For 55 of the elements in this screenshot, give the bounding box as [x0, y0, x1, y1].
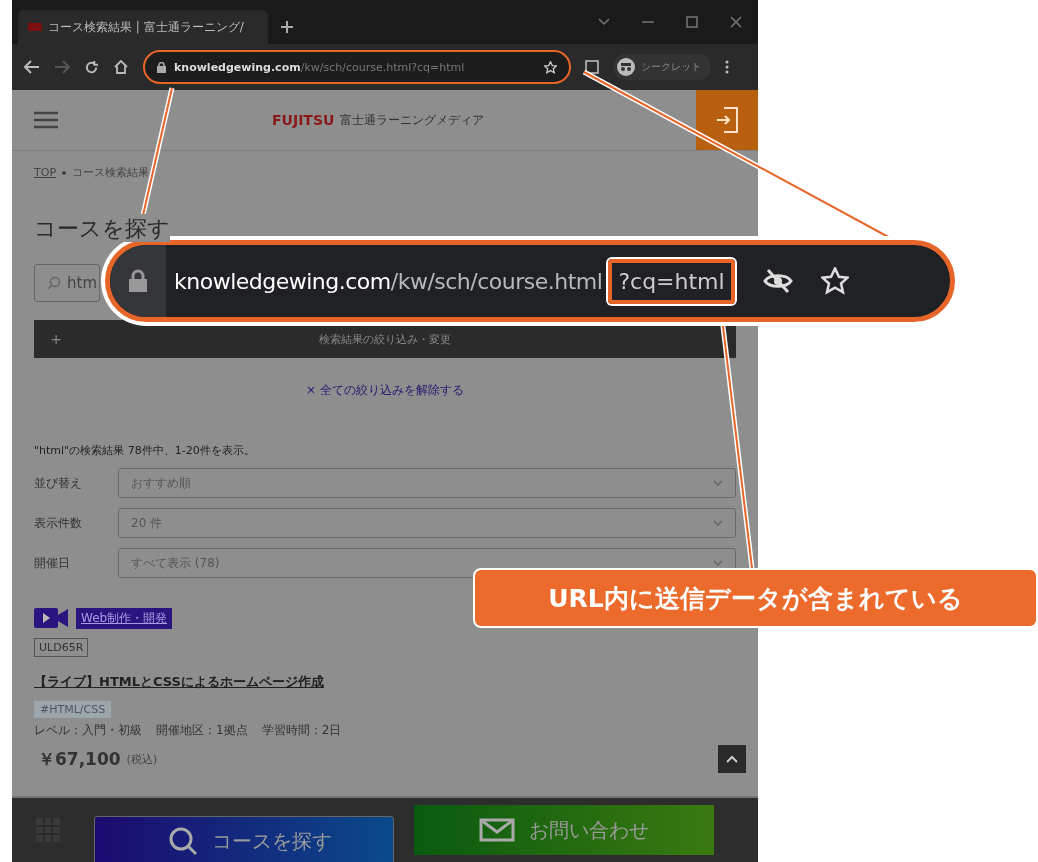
search-field[interactable]: htm [34, 264, 100, 302]
search-icon [47, 276, 61, 290]
chevron-down-icon[interactable] [598, 18, 610, 26]
query-highlight: ?cq=html [608, 258, 735, 304]
browser-tab[interactable]: コース検索結果 | 富士通ラーニング/ [18, 10, 268, 44]
tax-note: (税込) [126, 751, 158, 767]
course-meta: 学習時間：2日 [261, 722, 342, 739]
new-tab-icon[interactable] [280, 20, 294, 34]
chevron-down-icon [713, 480, 723, 486]
video-camera-icon [34, 606, 68, 630]
course-tag[interactable]: #HTML/CSS [34, 701, 112, 718]
field-label: 並び替え [34, 474, 83, 492]
field-label: 表示件数 [34, 514, 83, 532]
chevron-up-icon [726, 755, 738, 763]
course-code: ULD65R [34, 638, 89, 657]
course-meta: レベル：入門・初級 [34, 722, 142, 739]
login-button[interactable] [696, 90, 758, 150]
menu-icon[interactable] [725, 60, 729, 74]
star-icon [820, 267, 849, 295]
star-icon[interactable] [544, 60, 557, 74]
scroll-top-button[interactable] [718, 745, 746, 773]
result-summary: "html"の検索結果 78件中、1-20件を表示。 [33, 443, 256, 458]
back-icon[interactable] [24, 60, 40, 74]
page-heading: コースを探す [34, 214, 170, 242]
logo: FUJITSU [272, 112, 335, 128]
url-text: knowledgewing.com/kw/sch/course.html?cq=html [174, 60, 465, 74]
search-icon [168, 826, 198, 856]
close-icon[interactable] [730, 16, 742, 28]
incognito-badge[interactable]: シークレット [613, 54, 711, 80]
annotation-callout: URL内に送信データが含まれている [473, 568, 1038, 628]
search-courses-button[interactable]: コースを探す [94, 816, 394, 862]
course-price: ￥67,100 [38, 747, 121, 771]
eye-slash-icon [762, 268, 793, 294]
clear-filters-link[interactable]: × 全ての絞り込みを解除する [306, 383, 464, 397]
field-label: 開催日 [34, 554, 71, 572]
site-name: 富士通ラーニングメディア [340, 111, 485, 129]
breadcrumb-current: コース検索結果 [72, 165, 149, 180]
lock-icon [157, 61, 166, 73]
chevron-down-icon [713, 560, 723, 566]
login-icon [716, 107, 738, 133]
window-icon[interactable] [585, 60, 599, 74]
lock-icon [110, 245, 166, 317]
address-bar[interactable]: knowledgewing.com/kw/sch/course.html?cq=html [143, 50, 571, 84]
chevron-down-icon [713, 520, 723, 526]
course-meta: 開催地区：1拠点 [156, 722, 248, 739]
url-text: knowledgewing.com/kw/sch/course.html [174, 268, 603, 294]
incognito-icon [617, 58, 635, 76]
contact-button[interactable]: お問い合わせ [414, 805, 714, 855]
course-title-link[interactable]: 【ライブ】HTMLとCSSによるホームページ作成 [34, 674, 324, 689]
category-tag[interactable]: Web制作・開発 [76, 607, 173, 629]
maximize-icon[interactable] [686, 16, 698, 28]
reload-icon[interactable] [84, 59, 99, 75]
breadcrumb-link[interactable]: TOP [34, 166, 56, 179]
envelope-icon [479, 818, 515, 842]
home-icon[interactable] [113, 59, 129, 75]
